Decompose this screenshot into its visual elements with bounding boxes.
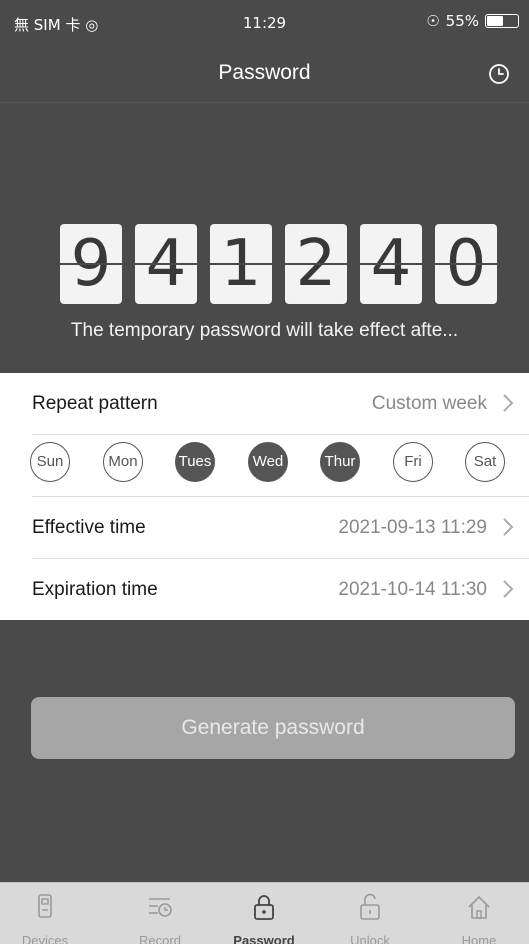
expiration-time-row[interactable]: Expiration time 2021-10-14 11:30: [0, 559, 529, 621]
tab-label: Record: [139, 933, 181, 944]
day-wed[interactable]: Wed: [248, 442, 288, 482]
repeat-pattern-label: Repeat pattern: [32, 393, 158, 414]
effective-time-row[interactable]: Effective time 2021-09-13 11:29: [0, 497, 529, 559]
day-thur[interactable]: Thur: [320, 442, 360, 482]
day-sun[interactable]: Sun: [30, 442, 70, 482]
repeat-pattern-value: Custom week: [371, 393, 487, 414]
tab-record[interactable]: Record: [115, 883, 205, 944]
padlock-icon: [254, 895, 274, 920]
clock-icon[interactable]: [487, 62, 511, 86]
expiration-time-value: 2021-10-14 11:30: [338, 579, 487, 600]
status-right: ☉ 55%: [426, 12, 519, 30]
chevron-right-icon: [503, 518, 514, 536]
tab-label: Home: [461, 933, 497, 944]
generate-password-button[interactable]: Generate password: [31, 697, 515, 759]
chevron-right-icon: [503, 580, 514, 598]
chevron-right-icon: [503, 394, 514, 412]
battery-percent: 55%: [445, 12, 479, 30]
record-list-icon: [149, 898, 172, 917]
effective-time-label: Effective time: [32, 517, 146, 538]
tab-bar: Devices Record Password Unlock Home: [0, 882, 529, 944]
day-fri[interactable]: Fri: [393, 442, 433, 482]
effective-time-value: 2021-09-13 11:29: [338, 517, 487, 538]
password-digit: 1: [210, 224, 272, 304]
tab-home[interactable]: Home: [434, 883, 524, 944]
effect-notice: The temporary password will take effect …: [70, 320, 459, 341]
day-tues[interactable]: Tues: [175, 442, 215, 482]
nav-bar: Password: [0, 48, 529, 103]
settings-panel: Repeat pattern Custom week Effective tim…: [0, 373, 529, 620]
unlock-icon: [360, 893, 380, 920]
expiration-time-label: Expiration time: [32, 579, 158, 600]
status-bar: 無 SIM 卡 ◎ 11:29 ☉ 55%: [0, 0, 529, 48]
password-digit: 0: [435, 224, 497, 304]
lock-rotation-icon: ☉: [426, 12, 440, 30]
weekday-selector: Sun Mon Tues Wed Thur Fri Sat: [30, 442, 505, 488]
tab-password[interactable]: Password: [219, 883, 309, 944]
tab-label: Password: [233, 933, 295, 944]
tab-label: Unlock: [350, 933, 390, 944]
password-digit: 4: [135, 224, 197, 304]
battery-fill: [487, 16, 503, 26]
repeat-pattern-row[interactable]: Repeat pattern Custom week: [0, 373, 529, 435]
password-screen: 無 SIM 卡 ◎ 11:29 ☉ 55% Password 941240 Th…: [0, 0, 529, 944]
battery-icon: [485, 14, 519, 28]
page-title: Password: [218, 61, 311, 84]
tab-label: Devices: [21, 933, 69, 944]
lock-device-icon: [38, 894, 52, 918]
home-icon: [468, 895, 490, 919]
day-mon[interactable]: Mon: [103, 442, 143, 482]
password-digit: 2: [285, 224, 347, 304]
day-sat[interactable]: Sat: [465, 442, 505, 482]
password-digit: 4: [360, 224, 422, 304]
tab-unlock[interactable]: Unlock: [325, 883, 415, 944]
password-digits: 941240: [60, 224, 497, 304]
tab-devices[interactable]: Devices: [0, 883, 90, 944]
divider: [32, 434, 529, 435]
password-digit: 9: [60, 224, 122, 304]
